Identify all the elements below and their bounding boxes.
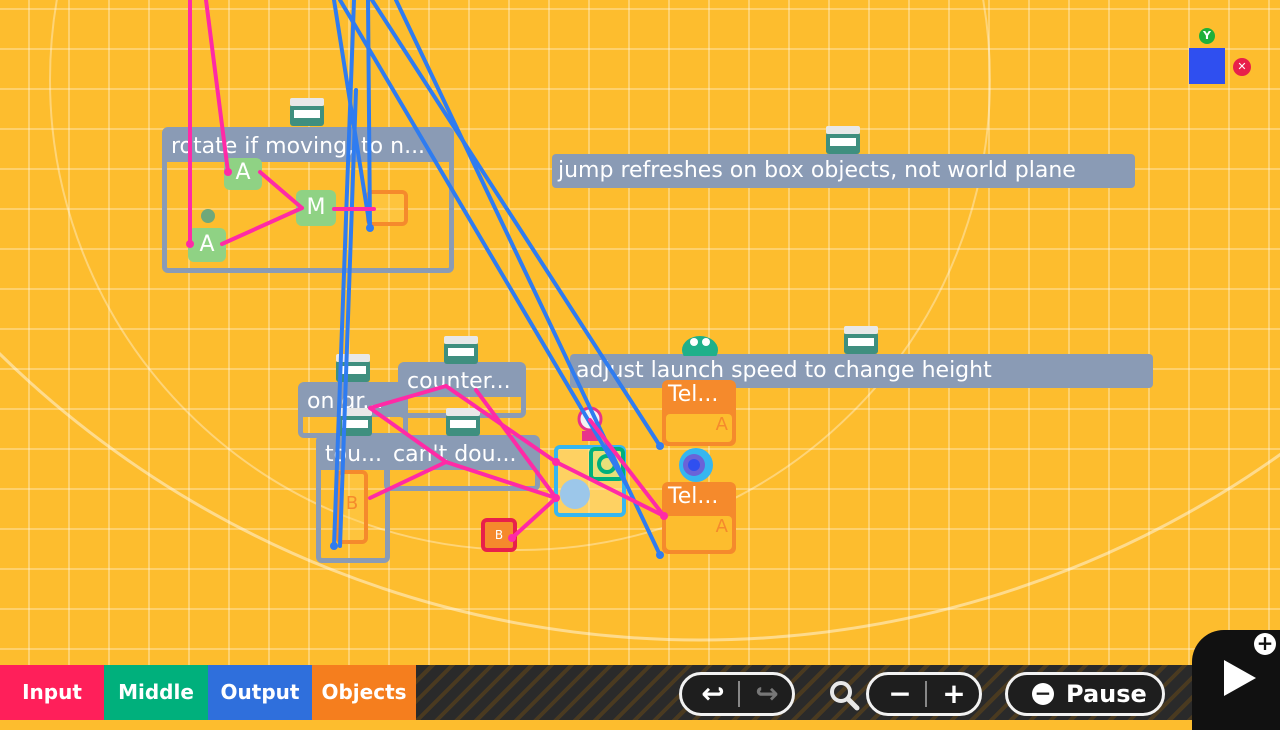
port-dot xyxy=(330,542,338,550)
wire-pink xyxy=(368,384,448,410)
play-icon xyxy=(1224,660,1256,696)
tab-objects[interactable]: Objects xyxy=(312,665,416,720)
plus-icon: + xyxy=(1254,633,1276,655)
port-dot xyxy=(552,494,560,502)
wire-pink xyxy=(220,206,304,246)
zoom-out-button[interactable]: − xyxy=(875,675,925,713)
wire-pink xyxy=(258,170,304,210)
port-dot xyxy=(660,512,668,520)
wire-blue xyxy=(370,0,662,448)
play-button[interactable]: + xyxy=(1192,630,1280,730)
port-dot xyxy=(366,224,374,232)
divider xyxy=(738,681,740,707)
undo-redo-group: ↩ ↪ xyxy=(679,672,795,716)
pause-button[interactable]: − Pause xyxy=(1005,672,1165,716)
port-dot xyxy=(186,240,194,248)
zoom-in-button[interactable]: + xyxy=(929,675,979,713)
pause-label: Pause xyxy=(1066,680,1147,708)
gizmo-cube xyxy=(1189,48,1225,84)
port-dot xyxy=(656,442,664,450)
wire-pink xyxy=(368,460,448,500)
wire-pink xyxy=(474,388,558,500)
gizmo-y-axis[interactable]: Y xyxy=(1199,28,1215,44)
wire-pink xyxy=(368,406,448,464)
bottom-toolbar: Input Middle Output Objects ↩ ↪ − + − Pa… xyxy=(0,665,1280,720)
divider xyxy=(925,681,927,707)
zoom-group: − + xyxy=(866,672,982,716)
tab-input[interactable]: Input xyxy=(0,665,104,720)
redo-icon[interactable]: ↪ xyxy=(742,675,792,713)
port-dot xyxy=(552,458,560,466)
wire-blue xyxy=(366,0,372,230)
axis-gizmo[interactable]: Y ✕ xyxy=(1186,28,1256,88)
port-dot xyxy=(224,168,232,176)
gizmo-x-axis[interactable]: ✕ xyxy=(1233,58,1251,76)
wires xyxy=(186,0,668,559)
undo-icon[interactable]: ↩ xyxy=(688,675,738,713)
wire-pink xyxy=(204,0,230,174)
tab-output[interactable]: Output xyxy=(208,665,312,720)
tab-middle[interactable]: Middle xyxy=(104,665,208,720)
minus-button-icon: − xyxy=(1032,683,1054,705)
wire-pink xyxy=(444,460,558,500)
wire-pink xyxy=(510,496,558,540)
port-dot xyxy=(508,534,516,542)
nodon-canvas[interactable]: rotate if moving, to n... on gr... count… xyxy=(0,0,1280,665)
zoom-icon xyxy=(830,681,860,711)
wire-pink xyxy=(554,460,666,518)
port-dot xyxy=(656,551,664,559)
